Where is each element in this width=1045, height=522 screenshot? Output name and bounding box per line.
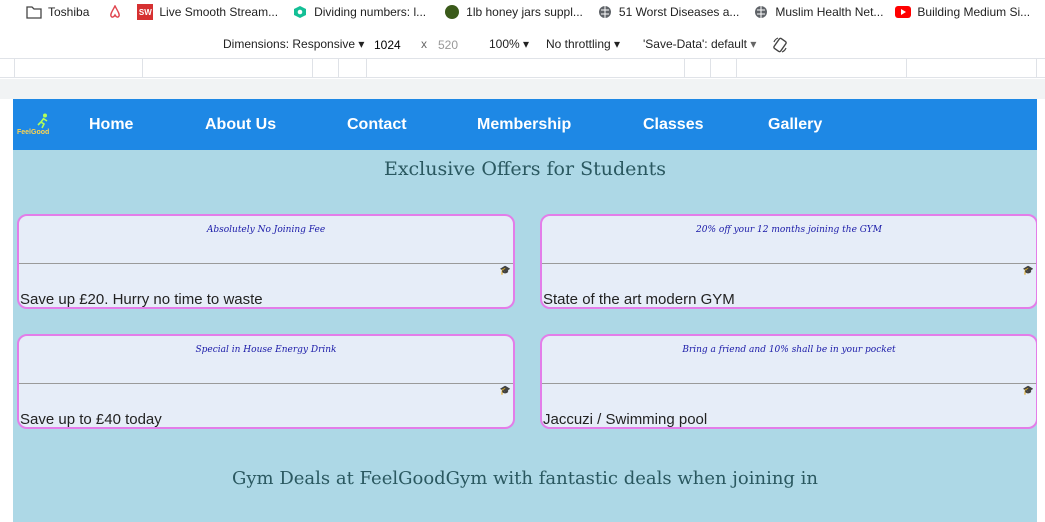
save-data-label: 'Save-Data': default — [643, 37, 747, 51]
viewport-gutter — [0, 79, 1045, 99]
bookmark-honey[interactable]: 1lb honey jars suppl... — [444, 0, 583, 24]
runner-icon — [37, 113, 48, 129]
dimensions-dropdown[interactable]: Dimensions: Responsive ▾ — [223, 37, 364, 51]
rotate-icon[interactable] — [771, 36, 789, 57]
height-input[interactable] — [434, 36, 474, 54]
bookmark-diseases[interactable]: 51 Worst Diseases a... — [597, 0, 740, 24]
deals-heading: Gym Deals at FeelGoodGym with fantastic … — [231, 468, 819, 489]
card-subtitle: Absolutely No Joining Fee — [206, 225, 326, 235]
bookmarks-bar: Toshiba SW Live Smooth Stream... Dividin… — [0, 0, 1045, 24]
logo-text: FeelGood — [17, 129, 50, 136]
nav-home[interactable]: Home — [89, 116, 133, 134]
zoom-label: 100% — [489, 37, 520, 51]
throttle-dropdown[interactable]: No throttling ▾ — [546, 37, 620, 51]
globe-icon — [597, 4, 613, 20]
card-title: Save up to £40 today — [20, 411, 162, 428]
bookmark-toshiba[interactable]: Toshiba — [26, 0, 89, 24]
site-navbar: FeelGood Home About Us Contact Membershi… — [13, 99, 1037, 150]
times-sign: x — [421, 37, 427, 51]
media-query-ruler — [0, 58, 1045, 78]
width-input[interactable] — [370, 36, 416, 54]
save-data-dropdown[interactable]: 'Save-Data': default ▾ — [643, 37, 756, 51]
bookmark-muslim-health[interactable]: Muslim Health Net... — [753, 0, 883, 24]
card-title: Jaccuzi / Swimming pool — [543, 411, 708, 428]
offer-card[interactable]: Bring a friend and 10% shall be in your … — [540, 334, 1037, 429]
dot-icon — [444, 4, 460, 20]
card-title: State of the art modern GYM — [543, 291, 735, 308]
sw-icon: SW — [137, 4, 154, 20]
nav-contact[interactable]: Contact — [347, 116, 407, 134]
bookmark-label: Toshiba — [48, 5, 90, 19]
offers-heading: Exclusive Offers for Students — [383, 158, 667, 180]
offer-card[interactable]: Absolutely No Joining Fee 🎓 Save up £20.… — [17, 214, 515, 309]
bookmark-label: Building Medium Si... — [917, 5, 1031, 19]
bookmark-airbnb[interactable] — [107, 0, 129, 24]
device-toolbar: Dimensions: Responsive ▾ x 100% ▾ No thr… — [0, 33, 1045, 57]
zoom-dropdown[interactable]: 100% ▾ — [489, 37, 529, 51]
folder-icon — [26, 4, 42, 20]
nav-gallery[interactable]: Gallery — [768, 116, 822, 134]
card-subtitle: 20% off your 12 months joining the GYM — [696, 225, 882, 235]
graduation-cap-icon: 🎓 — [1022, 385, 1034, 395]
card-header: Bring a friend and 10% shall be in your … — [542, 336, 1036, 384]
card-header: Absolutely No Joining Fee — [19, 216, 513, 264]
card-title: Save up £20. Hurry no time to waste — [20, 291, 263, 308]
bookmark-label: 1lb honey jars suppl... — [466, 5, 583, 19]
graduation-cap-icon: 🎓 — [499, 385, 511, 395]
card-header: Special in House Energy Drink — [19, 336, 513, 384]
khan-icon — [292, 4, 308, 20]
graduation-cap-icon: 🎓 — [1022, 265, 1034, 275]
bookmark-building-medium[interactable]: Building Medium Si... — [895, 0, 1030, 24]
site-logo[interactable]: FeelGood — [17, 113, 69, 139]
dimensions-label: Dimensions: Responsive — [223, 37, 356, 51]
offer-card[interactable]: Special in House Energy Drink 🎓 Save up … — [17, 334, 515, 429]
youtube-icon — [895, 4, 912, 20]
bookmark-label: 51 Worst Diseases a... — [618, 5, 740, 19]
throttle-label: No throttling — [546, 37, 611, 51]
nav-classes[interactable]: Classes — [643, 116, 704, 134]
card-header: 20% off your 12 months joining the GYM — [542, 216, 1036, 264]
site-viewport: FeelGood Home About Us Contact Membershi… — [13, 99, 1037, 522]
nav-about-us[interactable]: About Us — [205, 116, 276, 134]
globe-icon — [753, 4, 769, 20]
card-subtitle: Special in House Energy Drink — [195, 345, 337, 355]
offer-card[interactable]: 20% off your 12 months joining the GYM 🎓… — [540, 214, 1037, 309]
bookmark-live-smooth[interactable]: SW Live Smooth Stream... — [137, 0, 278, 24]
bookmark-label: Live Smooth Stream... — [159, 5, 279, 19]
nav-membership[interactable]: Membership — [477, 116, 571, 134]
graduation-cap-icon: 🎓 — [499, 265, 511, 275]
airbnb-icon — [107, 4, 123, 20]
bookmark-label: Dividing numbers: l... — [314, 5, 427, 19]
card-subtitle: Bring a friend and 10% shall be in your … — [682, 345, 896, 355]
bookmark-dividing[interactable]: Dividing numbers: l... — [292, 0, 426, 24]
bookmark-label: Muslim Health Net... — [775, 5, 884, 19]
